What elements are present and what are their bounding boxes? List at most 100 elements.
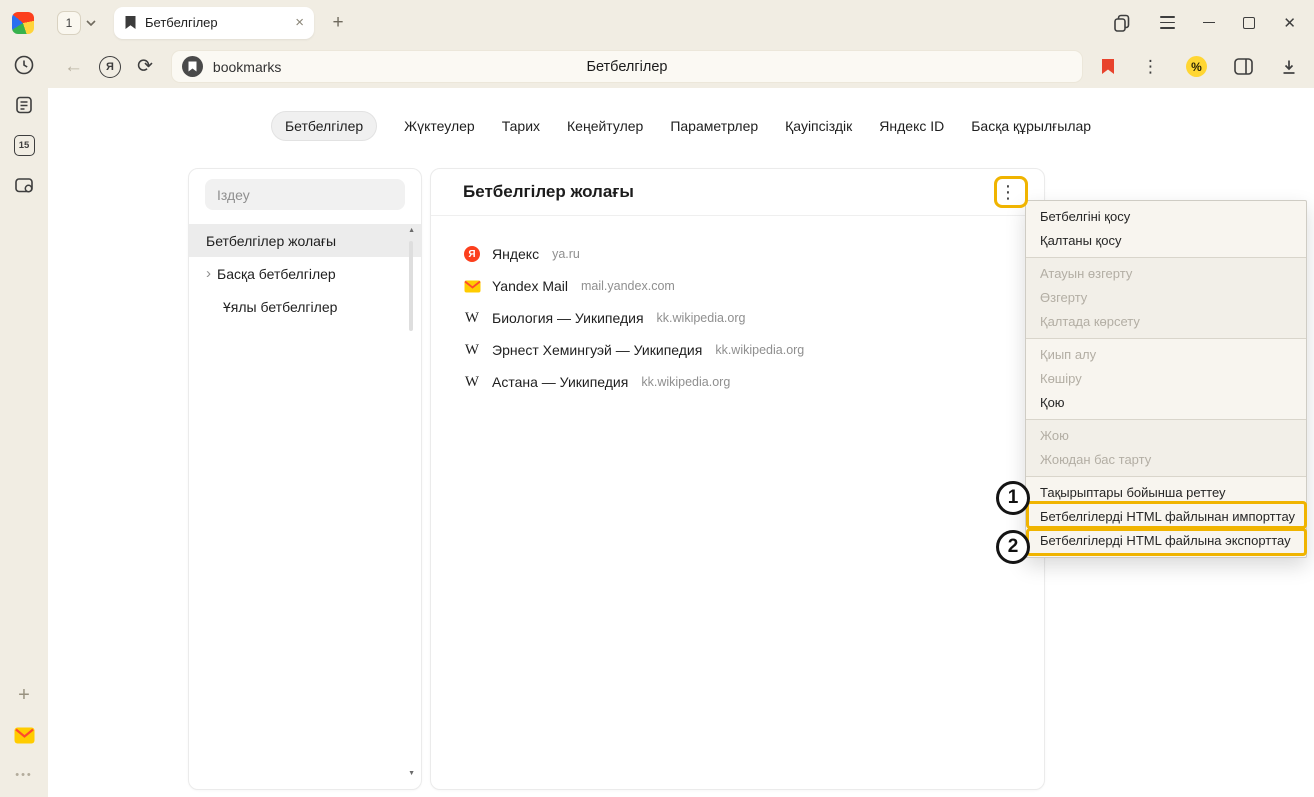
toolbar-right-icons: ⋮ %: [1101, 56, 1298, 77]
chevron-right-icon: ›: [206, 266, 211, 281]
bookmarks-panel: Бетбелгілер жолағы ⋮ Я Яндекс ya.ru Yand…: [430, 168, 1045, 790]
folder-label: Бетбелгілер жолағы: [206, 233, 336, 249]
back-button[interactable]: ←: [64, 56, 83, 78]
menu-group: Жою Жоюдан бас тарту: [1026, 419, 1306, 476]
calendar-icon[interactable]: 15: [0, 125, 48, 165]
menu-item-copy: Көшіру: [1026, 367, 1306, 391]
active-tab[interactable]: Бетбелгілер ×: [114, 7, 314, 39]
minimize-button[interactable]: [1203, 22, 1215, 24]
folder-item-other-bookmarks[interactable]: › Басқа бетбелгілер: [189, 257, 421, 290]
bookmark-url: mail.yandex.com: [581, 279, 675, 293]
screenshot-icon[interactable]: [0, 165, 48, 205]
mail-favicon: [463, 280, 481, 293]
dots-glyph: •••: [15, 769, 33, 781]
percent-glyph: %: [1191, 60, 1202, 74]
sidebar-more-icon[interactable]: •••: [0, 755, 48, 795]
nav-tab-other-devices[interactable]: Басқа құрылғылар: [971, 112, 1091, 140]
search-input[interactable]: [205, 179, 405, 210]
menu-item-add-bookmark[interactable]: Бетбелгіні қосу: [1026, 205, 1306, 229]
calendar-day: 15: [19, 140, 30, 151]
bookmark-icon: [124, 15, 137, 30]
panel-menu-button[interactable]: ⋮: [994, 178, 1022, 206]
scrollbar-thumb[interactable]: [409, 241, 413, 331]
toolbar: ← Я ⟳ bookmarks Бетбелгілер ⋮ %: [48, 45, 1314, 88]
add-panel-icon[interactable]: +: [0, 675, 48, 715]
offers-icon[interactable]: %: [1186, 56, 1207, 77]
tab-close-icon[interactable]: ×: [295, 15, 304, 30]
history-icon[interactable]: [0, 45, 48, 85]
scroll-up-arrow[interactable]: ▲: [408, 227, 415, 234]
bookmark-title: Эрнест Хемингуэй — Уикипедия: [492, 342, 702, 358]
nav-tab-extensions[interactable]: Кеңейтулер: [567, 112, 643, 140]
address-text: bookmarks: [213, 59, 281, 75]
wikipedia-favicon: W: [463, 310, 481, 327]
bookmark-row[interactable]: W Астана — Уикипедия kk.wikipedia.org: [431, 366, 1044, 398]
close-window-button[interactable]: ✕: [1283, 14, 1296, 32]
yandex-favicon: Я: [463, 246, 481, 262]
bookmark-list: Я Яндекс ya.ru Yandex Mail mail.yandex.c…: [431, 216, 1044, 398]
wikipedia-favicon: W: [463, 342, 481, 359]
sidebar: 15 + •••: [0, 45, 48, 797]
menu-item-edit: Өзгерту: [1026, 286, 1306, 310]
plus-glyph: +: [18, 684, 30, 707]
menu-item-sort-by-title[interactable]: Тақырыптары бойынша реттеу: [1026, 481, 1306, 505]
menu-group: Бетбелгіні қосу Қалтаны қосу: [1026, 201, 1306, 257]
window-controls: ✕: [1112, 13, 1296, 33]
nav-tab-security[interactable]: Қауіпсіздік: [785, 112, 852, 140]
tab-panels-icon[interactable]: [1112, 13, 1132, 33]
context-menu: Бетбелгіні қосу Қалтаны қосу Атауын өзге…: [1025, 200, 1307, 558]
bookmark-url: kk.wikipedia.org: [641, 375, 730, 389]
reload-button[interactable]: ⟳: [137, 55, 153, 78]
bookmark-row[interactable]: W Эрнест Хемингуэй — Уикипедия kk.wikipe…: [431, 334, 1044, 366]
bookmark-title: Астана — Уикипедия: [492, 374, 628, 390]
download-icon[interactable]: [1280, 58, 1298, 76]
scroll-down-arrow[interactable]: ▼: [408, 770, 415, 777]
bookmark-row[interactable]: Yandex Mail mail.yandex.com: [431, 270, 1044, 302]
search-box: [205, 179, 405, 210]
bookmark-row[interactable]: Я Яндекс ya.ru: [431, 238, 1044, 270]
page-title: Бетбелгілер: [172, 59, 1082, 75]
folders-panel: Бетбелгілер жолағы › Басқа бетбелгілер Ұ…: [188, 168, 422, 790]
settings-nav: Бетбелгілер Жүктеулер Тарих Кеңейтулер П…: [48, 111, 1314, 141]
nav-tab-settings[interactable]: Параметрлер: [670, 112, 758, 140]
menu-group: Тақырыптары бойынша реттеу Бетбелгілерді…: [1026, 476, 1306, 557]
folder-item-mobile-bookmarks[interactable]: Ұялы бетбелгілер: [189, 290, 421, 323]
bookmarks-panel-header: Бетбелгілер жолағы ⋮: [431, 169, 1044, 216]
bookmark-row[interactable]: W Биология — Уикипедия kk.wikipedia.org: [431, 302, 1044, 334]
wikipedia-favicon: W: [463, 374, 481, 391]
menu-group: Атауын өзгерту Өзгерту Қалтада көрсету: [1026, 257, 1306, 338]
folder-item-bookmarks-bar[interactable]: Бетбелгілер жолағы: [189, 224, 421, 257]
yandex-mail-icon[interactable]: [0, 715, 48, 755]
yandex-home-button[interactable]: Я: [99, 56, 121, 78]
tab-title: Бетбелгілер: [145, 15, 287, 30]
menu-item-paste[interactable]: Қою: [1026, 391, 1306, 415]
menu-item-export-html[interactable]: Бетбелгілерді HTML файлына экспорттау: [1026, 529, 1306, 553]
nav-tab-yandex-id[interactable]: Яндекс ID: [879, 112, 944, 140]
menu-item-undo-delete: Жоюдан бас тарту: [1026, 448, 1306, 472]
nav-tab-downloads[interactable]: Жүктеулер: [404, 112, 475, 140]
panel-title: Бетбелгілер жолағы: [463, 182, 634, 202]
menu-item-delete: Жою: [1026, 424, 1306, 448]
more-options-icon[interactable]: ⋮: [1142, 57, 1159, 77]
bookmark-title: Yandex Mail: [492, 278, 568, 294]
side-panel-icon[interactable]: [1234, 58, 1253, 75]
folder-list: Бетбелгілер жолағы › Басқа бетбелгілер Ұ…: [189, 224, 421, 323]
chevron-down-icon: [86, 20, 96, 26]
bookmark-url: kk.wikipedia.org: [715, 343, 804, 357]
menu-item-add-folder[interactable]: Қалтаны қосу: [1026, 229, 1306, 253]
menu-item-show-in-folder: Қалтада көрсету: [1026, 310, 1306, 334]
tab-group-button[interactable]: 1: [48, 7, 105, 39]
maximize-button[interactable]: [1243, 17, 1255, 29]
bookmark-title: Яндекс: [492, 246, 539, 262]
nav-tab-bookmarks[interactable]: Бетбелгілер: [271, 111, 377, 141]
menu-item-import-html[interactable]: Бетбелгілерді HTML файлынан импорттау: [1026, 505, 1306, 529]
browser-menu-icon[interactable]: [1160, 16, 1175, 28]
bookmark-flag-icon[interactable]: [1101, 58, 1115, 75]
yandex-browser-logo-icon[interactable]: [12, 12, 34, 34]
new-tab-button[interactable]: +: [325, 12, 351, 34]
folder-label: Ұялы бетбелгілер: [223, 299, 337, 315]
site-favicon: [182, 56, 203, 77]
address-bar[interactable]: bookmarks Бетбелгілер: [171, 50, 1083, 83]
nav-tab-history[interactable]: Тарих: [502, 112, 540, 140]
feed-icon[interactable]: [0, 85, 48, 125]
